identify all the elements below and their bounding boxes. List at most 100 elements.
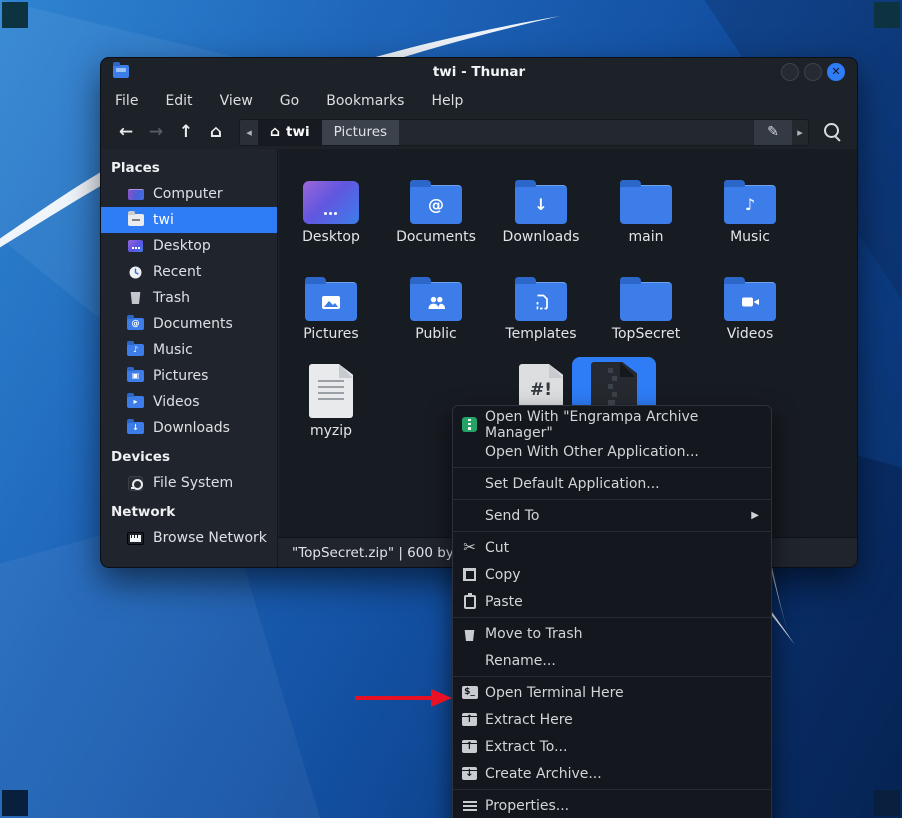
path-scroll-right-icon[interactable]: ▸ xyxy=(792,120,808,145)
menu-item-extract-here[interactable]: ↑ Extract Here xyxy=(453,706,771,733)
sidebar-item-computer[interactable]: Computer xyxy=(101,181,277,207)
titlebar[interactable]: twi - Thunar ✕ xyxy=(101,58,857,86)
public-folder-icon xyxy=(410,282,462,321)
menu-separator xyxy=(453,499,771,500)
home-icon: ⌂ xyxy=(270,124,280,140)
close-button[interactable]: ✕ xyxy=(827,63,845,81)
window-title: twi - Thunar xyxy=(101,58,857,86)
sidebar-item-pictures[interactable]: ▣ Pictures xyxy=(101,363,277,389)
menu-item-cut[interactable]: ✂ Cut xyxy=(453,534,771,561)
menu-item-open-with-other[interactable]: Open With Other Application... xyxy=(453,438,771,465)
path-bar: ◂ ⌂ twi Pictures ✎ ▸ xyxy=(239,119,809,146)
sidebar-item-recent[interactable]: Recent xyxy=(101,259,277,285)
recent-icon xyxy=(127,265,144,280)
sidebar-item-videos[interactable]: ▸ Videos xyxy=(101,389,277,415)
menu-item-rename[interactable]: Rename... xyxy=(453,647,771,674)
file-folder-templates[interactable]: Templates xyxy=(491,259,591,342)
sidebar-item-twi[interactable]: twi xyxy=(101,207,277,233)
menu-item-open-with-engrampa[interactable]: Open With "Engrampa Archive Manager" xyxy=(453,411,771,438)
copy-icon xyxy=(461,568,478,581)
sidebar-header-network: Network xyxy=(101,499,277,525)
forward-button[interactable]: → xyxy=(141,122,171,142)
file-folder-pictures[interactable]: Pictures xyxy=(281,259,381,342)
sidebar-header-places: Places xyxy=(101,155,277,181)
file-folder-documents[interactable]: @ Documents xyxy=(386,162,486,245)
sidebar-item-downloads[interactable]: ↓ Downloads xyxy=(101,415,277,441)
desktop-special-icon xyxy=(303,181,359,224)
menu-separator xyxy=(453,676,771,677)
menu-item-move-to-trash[interactable]: Move to Trash xyxy=(453,620,771,647)
documents-folder-icon: @ xyxy=(410,185,462,224)
file-myzip[interactable]: myzip xyxy=(281,356,381,439)
file-folder-topsecret[interactable]: TopSecret xyxy=(596,259,696,342)
file-folder-music[interactable]: ♪ Music xyxy=(700,162,800,245)
path-other-label: Pictures xyxy=(334,124,387,140)
file-folder-downloads[interactable]: ↓ Downloads xyxy=(491,162,591,245)
home-button[interactable]: ⌂ xyxy=(201,122,231,142)
path-button-pictures[interactable]: Pictures xyxy=(322,120,399,145)
network-icon xyxy=(127,532,144,545)
sidebar: Places Computer twi Desktop Recent Trash… xyxy=(101,149,278,567)
search-icon[interactable] xyxy=(817,119,847,146)
engrampa-icon xyxy=(461,417,478,432)
menu-bookmarks[interactable]: Bookmarks xyxy=(326,93,404,109)
menu-go[interactable]: Go xyxy=(280,93,299,109)
menu-item-open-terminal-here[interactable]: $_ Open Terminal Here xyxy=(453,679,771,706)
menu-file[interactable]: File xyxy=(115,93,138,109)
menu-separator xyxy=(453,531,771,532)
menu-item-set-default-application[interactable]: Set Default Application... xyxy=(453,470,771,497)
menu-item-copy[interactable]: Copy xyxy=(453,561,771,588)
pictures-folder-icon: ▣ xyxy=(127,370,144,382)
path-current-label: twi xyxy=(286,124,310,140)
folder-icon xyxy=(620,282,672,321)
maximize-button[interactable] xyxy=(804,63,822,81)
sidebar-item-desktop[interactable]: Desktop xyxy=(101,233,277,259)
menu-edit[interactable]: Edit xyxy=(165,93,192,109)
trash-icon xyxy=(461,628,478,639)
edit-path-button[interactable]: ✎ xyxy=(754,120,792,145)
trash-icon xyxy=(127,292,144,304)
file-folder-desktop[interactable]: Desktop xyxy=(281,162,381,245)
downloads-folder-icon: ↓ xyxy=(515,185,567,224)
paste-icon xyxy=(461,595,478,609)
extract-icon: ↑ xyxy=(461,713,478,726)
menu-separator xyxy=(453,789,771,790)
music-folder-icon: ♪ xyxy=(724,185,776,224)
wallpaper-corner xyxy=(2,2,28,28)
videos-folder-icon xyxy=(724,282,776,321)
path-scroll-left-icon[interactable]: ◂ xyxy=(240,120,258,145)
pictures-folder-icon xyxy=(305,282,357,321)
properties-icon xyxy=(461,800,478,812)
minimize-button[interactable] xyxy=(781,63,799,81)
cut-icon: ✂ xyxy=(461,540,478,555)
create-archive-icon: ↓ xyxy=(461,767,478,780)
file-folder-videos[interactable]: Videos xyxy=(700,259,800,342)
menu-item-paste[interactable]: Paste xyxy=(453,588,771,615)
submenu-arrow-icon: ▶ xyxy=(751,510,759,521)
sidebar-item-file-system[interactable]: File System xyxy=(101,470,277,496)
menu-view[interactable]: View xyxy=(220,93,253,109)
back-button[interactable]: ← xyxy=(111,122,141,142)
menu-separator xyxy=(453,467,771,468)
file-folder-main[interactable]: main xyxy=(596,162,696,245)
computer-icon xyxy=(127,189,144,200)
sidebar-item-music[interactable]: ♪ Music xyxy=(101,337,277,363)
up-button[interactable]: ↑ xyxy=(171,122,201,142)
file-folder-public[interactable]: Public xyxy=(386,259,486,342)
extract-icon: ↑ xyxy=(461,740,478,753)
downloads-folder-icon: ↓ xyxy=(127,422,144,434)
menu-help[interactable]: Help xyxy=(431,93,463,109)
menu-item-properties[interactable]: Properties... xyxy=(453,792,771,818)
desktop-icon xyxy=(127,240,144,252)
sidebar-item-documents[interactable]: @ Documents xyxy=(101,311,277,337)
sidebar-item-browse-network[interactable]: Browse Network xyxy=(101,525,277,551)
drive-icon xyxy=(127,476,144,491)
menu-item-create-archive[interactable]: ↓ Create Archive... xyxy=(453,760,771,787)
path-empty-area[interactable] xyxy=(399,120,754,145)
menu-item-send-to[interactable]: Send To ▶ xyxy=(453,502,771,529)
documents-folder-icon: @ xyxy=(127,318,144,330)
path-button-twi[interactable]: ⌂ twi xyxy=(258,120,322,145)
menu-separator xyxy=(453,617,771,618)
menu-item-extract-to[interactable]: ↑ Extract To... xyxy=(453,733,771,760)
sidebar-item-trash[interactable]: Trash xyxy=(101,285,277,311)
